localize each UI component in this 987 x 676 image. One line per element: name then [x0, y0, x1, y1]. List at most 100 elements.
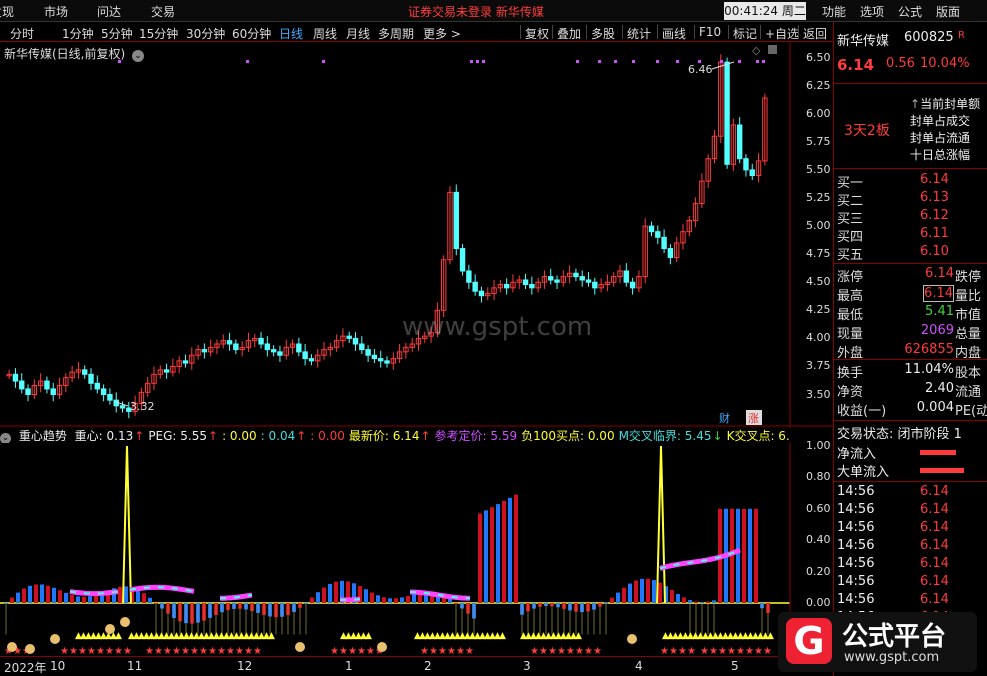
- red-star-marker: ★: [114, 646, 123, 656]
- signal-marker: [756, 60, 759, 63]
- histogram-bar: [622, 587, 626, 603]
- stock-name[interactable]: 新华传媒: [837, 30, 889, 49]
- date-label: 2022年: [4, 661, 47, 675]
- candle: [163, 369, 170, 373]
- histogram-bar: [514, 494, 518, 603]
- histogram-bar: [334, 581, 338, 603]
- signal-marker: [576, 60, 579, 63]
- login-warning[interactable]: 证券交易未登录 新华传媒: [408, 3, 544, 20]
- toolbar-divider: [622, 25, 623, 39]
- indicator-chart[interactable]: ▲▲▲▲▲▲▲▲▲ ▲▲▲▲▲▲▲▲▲▲▲▲▲▲▲▲▲▲▲▲▲▲▲▲▲▲▲▲▲ ▲▲…: [0, 442, 833, 656]
- red-star-marker: ★: [217, 646, 226, 656]
- logo-url: www.gspt.com: [844, 650, 940, 665]
- toolbar-button[interactable]: 复权: [525, 25, 549, 42]
- indicator-name[interactable]: 重心趋势: [19, 429, 67, 443]
- candle: [453, 191, 459, 250]
- candle: [308, 358, 315, 362]
- signal-marker: [118, 60, 121, 63]
- limit-up-badge[interactable]: 涨: [748, 412, 759, 425]
- stat-row: 最高 6.14 量比: [834, 285, 987, 304]
- menu-trade[interactable]: 交易: [151, 3, 175, 20]
- bid-row[interactable]: 买四 6.11: [834, 226, 987, 245]
- toolbar-divider: [728, 25, 729, 39]
- price-tick: 6.50: [806, 50, 831, 64]
- indicator-arrow: ↑: [208, 429, 219, 443]
- price-tick: 4.75: [806, 247, 831, 261]
- bid-row[interactable]: 买五 6.10: [834, 244, 987, 263]
- candle: [585, 279, 592, 283]
- menu-formula[interactable]: 公式: [898, 3, 922, 20]
- candle: [82, 369, 88, 375]
- red-star-marker: ★: [123, 646, 132, 656]
- candle: [522, 279, 529, 285]
- candle: [749, 169, 755, 177]
- red-star-marker: ★: [60, 646, 69, 656]
- red-star-marker: ★: [429, 646, 438, 656]
- signal-marker: [676, 60, 679, 63]
- period-tab[interactable]: 5分钟: [101, 25, 133, 42]
- menu-function[interactable]: 功能: [822, 3, 846, 20]
- red-star-marker: ★: [181, 646, 190, 656]
- stat-label: 现量: [837, 327, 864, 342]
- bid-row[interactable]: 买一 6.14: [834, 172, 987, 191]
- period-tab[interactable]: 多周期: [378, 25, 414, 42]
- r-flag: R: [958, 30, 965, 41]
- signal-marker: [614, 60, 617, 63]
- toolbar-button[interactable]: +自选: [765, 25, 799, 42]
- trend-curve: [69, 589, 119, 597]
- histogram-bar: [694, 601, 698, 603]
- candle: [226, 340, 233, 345]
- stat-row: 收益(一) 0.004PE(动): [834, 400, 987, 419]
- toolbar-button[interactable]: 标记: [733, 25, 757, 42]
- period-tab[interactable]: 60分钟: [232, 25, 271, 42]
- period-tab[interactable]: 15分钟: [139, 25, 178, 42]
- menu-wenda[interactable]: 问达: [97, 3, 121, 20]
- date-label: 5: [731, 659, 739, 673]
- candle: [277, 351, 283, 356]
- toolbar-button[interactable]: 画线: [662, 25, 686, 42]
- low-label: 3.32: [130, 400, 155, 413]
- menu-options[interactable]: 选项: [860, 3, 884, 20]
- finance-badge[interactable]: 财: [719, 411, 730, 425]
- red-star-marker: ★: [687, 646, 696, 656]
- candle: [478, 290, 485, 297]
- period-tab[interactable]: 分时: [10, 25, 34, 42]
- histogram-bar: [478, 513, 482, 603]
- date-label: 4: [635, 659, 643, 673]
- price-tick: 4.50: [806, 275, 831, 289]
- stat-row: 涨停 6.14 跌停: [834, 266, 987, 285]
- toolbar-button[interactable]: 统计: [627, 25, 651, 42]
- price-tick: 5.75: [806, 134, 831, 148]
- candle: [472, 281, 478, 292]
- menu-market[interactable]: 市场: [44, 3, 68, 20]
- red-star-marker: ★: [456, 646, 465, 656]
- tick-row: 14:56 6.14: [834, 520, 987, 538]
- toolbar-button[interactable]: 叠加: [557, 25, 581, 42]
- period-tab[interactable]: 更多 >: [423, 25, 461, 42]
- period-tab[interactable]: 日线: [279, 25, 303, 42]
- period-tab[interactable]: 周线: [313, 25, 337, 42]
- menu-layout[interactable]: 版面: [936, 3, 960, 20]
- red-star-marker: ★: [763, 646, 772, 656]
- red-star-marker: ★: [366, 646, 375, 656]
- price-pct: 10.04%: [920, 56, 970, 71]
- bid-row[interactable]: 买二 6.13: [834, 190, 987, 209]
- menu-discover[interactable]: 发现: [0, 3, 14, 20]
- bid-row[interactable]: 买三 6.12: [834, 208, 987, 227]
- candle: [302, 351, 308, 360]
- settings-square-icon[interactable]: [768, 45, 777, 54]
- period-tab[interactable]: 30分钟: [186, 25, 225, 42]
- candlestick-chart[interactable]: 6.46 3.32 财 涨 ◇: [0, 42, 833, 427]
- period-tab[interactable]: 1分钟: [62, 25, 94, 42]
- toolbar-button[interactable]: 多股: [591, 25, 615, 42]
- candle: [655, 231, 661, 238]
- histogram-bar: [376, 595, 380, 603]
- period-tab[interactable]: 月线: [346, 25, 370, 42]
- tick-row: 14:56 6.14: [834, 592, 987, 610]
- price-tick: 5.00: [806, 219, 831, 233]
- tick-price: 6.14: [920, 484, 949, 499]
- toolbar-button[interactable]: 返回: [803, 25, 827, 42]
- red-star-marker: ★: [539, 646, 548, 656]
- toolbar-button[interactable]: F10: [699, 25, 721, 39]
- diamond-icon[interactable]: ◇: [752, 44, 761, 57]
